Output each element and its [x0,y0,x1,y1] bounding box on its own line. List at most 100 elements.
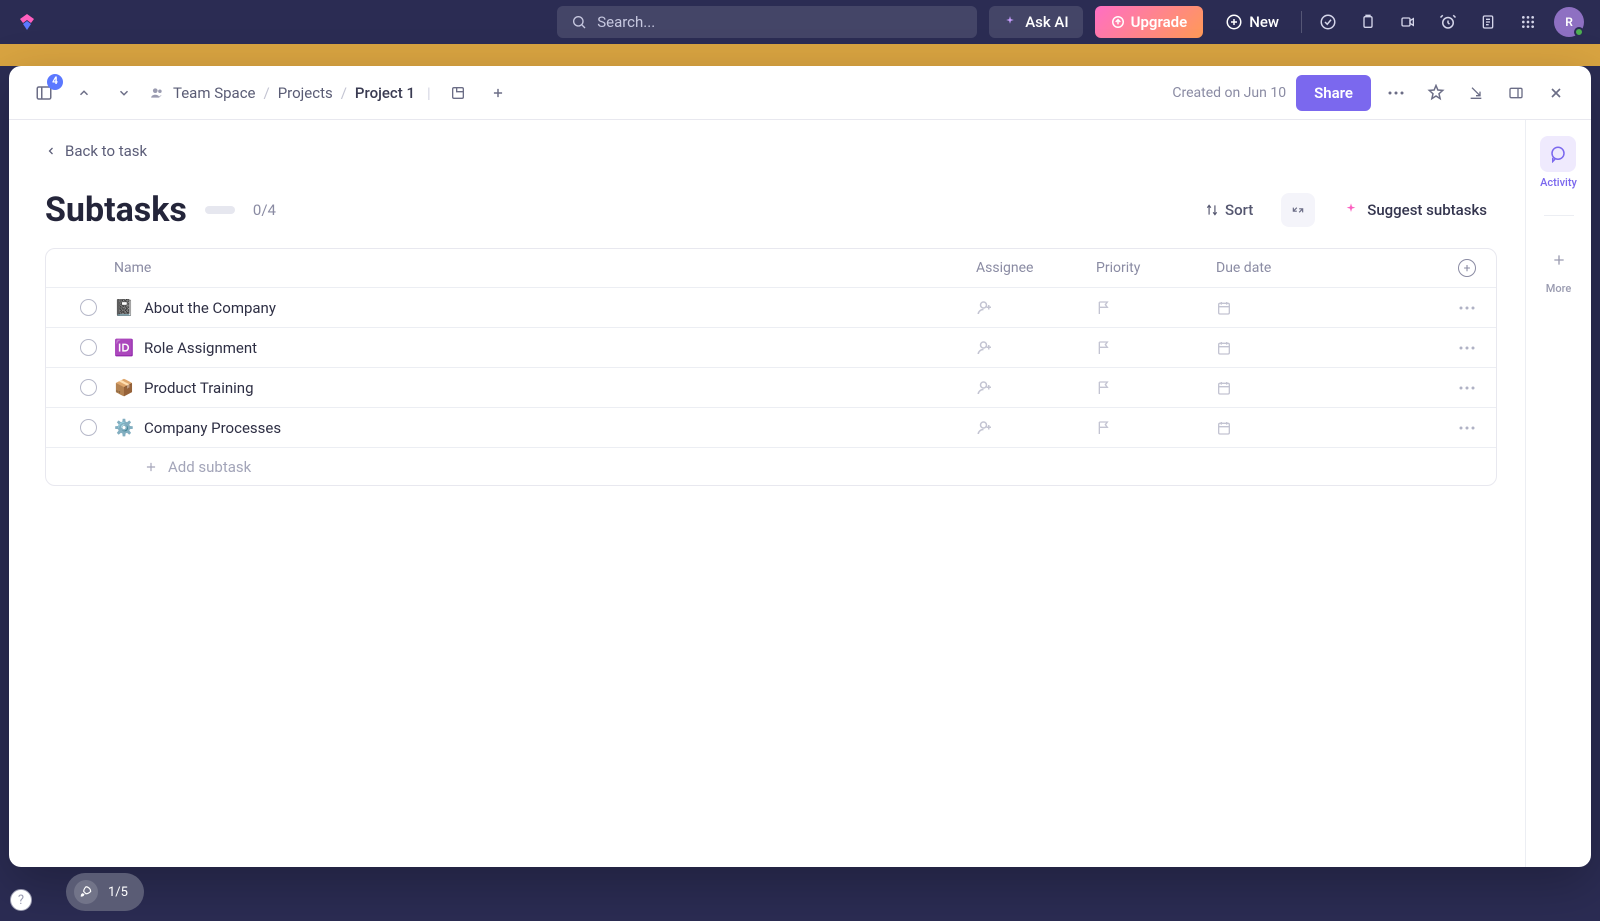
collapse-subtasks-button[interactable] [1281,193,1315,227]
add-subtask-button[interactable]: Add subtask [46,447,1496,485]
row-more-button[interactable] [1416,425,1476,431]
add-column-button[interactable]: + [1416,259,1476,277]
activity-button[interactable]: Activity [1540,136,1577,189]
modal-header: 4 Team Space / Projects / Project 1 | Cr… [9,66,1591,120]
due-date-icon[interactable] [1216,300,1416,316]
priority-flag-icon[interactable] [1096,380,1216,396]
col-priority: Priority [1096,260,1216,276]
back-to-task-link[interactable]: Back to task [45,142,1497,160]
check-circle-icon[interactable] [1314,8,1342,36]
status-circle[interactable] [80,379,97,396]
status-circle[interactable] [80,419,97,436]
app-logo[interactable] [16,11,38,33]
assignee-add-icon[interactable] [976,299,1096,317]
sparkle-icon [1343,202,1359,218]
new-window-button[interactable] [443,78,473,108]
task-name[interactable]: Role Assignment [144,339,976,357]
search-placeholder: Search... [597,13,655,31]
help-button[interactable]: ? [10,889,32,911]
task-emoji: 📦 [114,378,144,397]
priority-flag-icon[interactable] [1096,300,1216,316]
add-button[interactable] [483,78,513,108]
due-date-icon[interactable] [1216,340,1416,356]
sidebar-toggle-button[interactable]: 4 [29,78,59,108]
subtask-progress-count: 0/4 [253,201,276,219]
alarm-icon[interactable] [1434,8,1462,36]
row-more-button[interactable] [1416,345,1476,351]
search-icon [571,14,587,30]
upgrade-icon [1111,15,1125,29]
priority-flag-icon[interactable] [1096,340,1216,356]
table-row[interactable]: 📦 Product Training [46,367,1496,407]
collapse-down-button[interactable] [1461,78,1491,108]
more-rail-button[interactable]: More [1541,242,1577,295]
top-bar: Search... Ask AI Upgrade New R [0,0,1600,44]
chevron-left-icon [45,145,57,157]
onboarding-progress-text: 1/5 [108,885,128,900]
table-header: Name Assignee Priority Due date + [46,249,1496,287]
row-more-button[interactable] [1416,305,1476,311]
created-on-text: Created on Jun 10 [1172,85,1286,101]
task-name[interactable]: Company Processes [144,419,976,437]
global-search[interactable]: Search... [557,6,977,38]
due-date-icon[interactable] [1216,380,1416,396]
assignee-add-icon[interactable] [976,339,1096,357]
ask-ai-button[interactable]: Ask AI [989,6,1082,38]
page-title: Subtasks [45,190,187,230]
sort-icon [1205,203,1219,217]
breadcrumb-current[interactable]: Project 1 [355,84,415,102]
user-avatar[interactable]: R [1554,7,1584,37]
more-options-button[interactable] [1381,78,1411,108]
collapse-icon [1291,203,1305,217]
main-panel: Back to task Subtasks 0/4 Sort Suggest s… [9,120,1525,867]
tasks-count-badge: 4 [47,74,63,90]
priority-flag-icon[interactable] [1096,420,1216,436]
new-button[interactable]: New [1215,6,1289,38]
assignee-add-icon[interactable] [976,379,1096,397]
chat-icon [1549,145,1567,163]
breadcrumb: Team Space / Projects / Project 1 [149,84,415,102]
task-emoji: 🆔 [114,338,144,357]
people-icon [149,86,165,100]
upgrade-button[interactable]: Upgrade [1095,6,1204,38]
apps-grid-icon[interactable] [1514,8,1542,36]
expand-button[interactable] [1501,78,1531,108]
clipboard-icon[interactable] [1354,8,1382,36]
sort-button[interactable]: Sort [1195,195,1263,225]
close-button[interactable] [1541,78,1571,108]
suggest-subtasks-button[interactable]: Suggest subtasks [1333,195,1497,225]
status-circle[interactable] [80,299,97,316]
page-title-row: Subtasks 0/4 Sort Suggest subtasks [45,190,1497,230]
breadcrumb-projects[interactable]: Projects [278,84,333,102]
status-online-indicator [1574,27,1584,37]
video-icon[interactable] [1394,8,1422,36]
col-assignee: Assignee [976,260,1096,276]
due-date-icon[interactable] [1216,420,1416,436]
onboarding-progress-pill[interactable]: 1/5 [66,873,144,911]
breadcrumb-space[interactable]: Team Space [173,84,256,102]
col-name: Name [114,260,976,276]
table-row[interactable]: 🆔 Role Assignment [46,327,1496,367]
sparkle-icon [1003,15,1017,29]
right-rail: Activity More [1525,120,1591,867]
col-due-date: Due date [1216,260,1416,276]
notepad-icon[interactable] [1474,8,1502,36]
star-button[interactable] [1421,78,1451,108]
plus-circle-icon [1225,13,1243,31]
prev-task-button[interactable] [69,78,99,108]
table-row[interactable]: ⚙️ Company Processes [46,407,1496,447]
rocket-icon [74,880,98,904]
task-emoji: 📓 [114,298,144,317]
assignee-add-icon[interactable] [976,419,1096,437]
plus-icon [144,460,158,474]
task-emoji: ⚙️ [114,418,144,437]
share-button[interactable]: Share [1296,75,1371,111]
status-circle[interactable] [80,339,97,356]
banner-strip [0,44,1600,66]
table-row[interactable]: 📓 About the Company [46,287,1496,327]
row-more-button[interactable] [1416,385,1476,391]
subtask-progress-bar [205,206,235,214]
task-name[interactable]: About the Company [144,299,976,317]
task-name[interactable]: Product Training [144,379,976,397]
next-task-button[interactable] [109,78,139,108]
